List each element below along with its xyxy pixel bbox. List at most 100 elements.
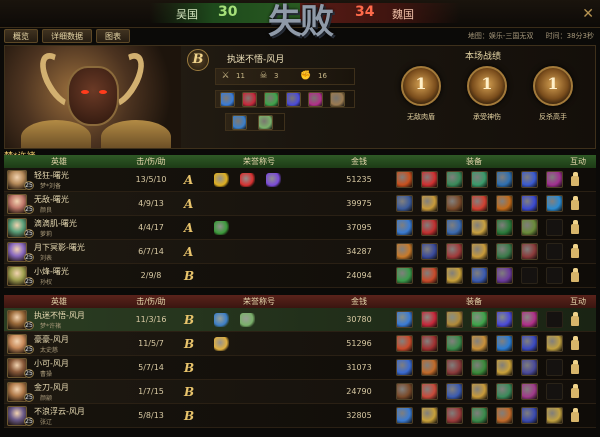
equipment-icon[interactable]: [421, 195, 438, 212]
equipment-icon[interactable]: [396, 195, 413, 212]
equipment-icon[interactable]: [421, 311, 438, 328]
equipment-icon[interactable]: [521, 311, 538, 328]
player-row[interactable]: 25 轻狂-曙光 梦*刘备 13/5/10 A 51235: [4, 168, 596, 192]
equipment-icon[interactable]: [421, 171, 438, 188]
equipment-icon[interactable]: [308, 92, 323, 107]
like-button[interactable]: [568, 268, 584, 284]
equipment-icon[interactable]: [521, 243, 538, 260]
like-button[interactable]: [568, 172, 584, 188]
honor-title-icon[interactable]: [240, 173, 255, 187]
equipment-icon[interactable]: [496, 383, 513, 400]
equipment-icon[interactable]: [471, 219, 488, 236]
equipment-icon[interactable]: [496, 335, 513, 352]
equipment-icon[interactable]: [264, 92, 279, 107]
player-row[interactable]: 25 滴滴肌-曙光 萝莉 4/4/17 A 37095: [4, 216, 596, 240]
equipment-icon[interactable]: [396, 383, 413, 400]
equipment-icon[interactable]: [496, 359, 513, 376]
equipment-icon[interactable]: [330, 92, 345, 107]
tab-overview[interactable]: 概览: [4, 29, 38, 43]
equipment-icon[interactable]: [446, 243, 463, 260]
equipment-icon[interactable]: [396, 171, 413, 188]
equipment-icon[interactable]: [496, 267, 513, 284]
equipment-icon[interactable]: [521, 171, 538, 188]
player-row[interactable]: 25 豪豪-风月 太史慈 11/5/7 B 51296: [4, 332, 596, 356]
like-button[interactable]: [568, 336, 584, 352]
equipment-icon[interactable]: [446, 383, 463, 400]
equipment-icon[interactable]: [471, 243, 488, 260]
player-row[interactable]: 25 小可-风月 曹操 5/7/14 B 31073: [4, 356, 596, 380]
equipment-icon[interactable]: [471, 311, 488, 328]
equipment-icon[interactable]: [546, 335, 563, 352]
equipment-icon[interactable]: [496, 407, 513, 424]
like-button[interactable]: [568, 360, 584, 376]
equipment-icon[interactable]: [521, 383, 538, 400]
like-button[interactable]: [568, 220, 584, 236]
equipment-icon[interactable]: [446, 335, 463, 352]
equipment-icon[interactable]: [471, 335, 488, 352]
equipment-icon[interactable]: [421, 219, 438, 236]
equipment-icon[interactable]: [396, 311, 413, 328]
player-row[interactable]: 25 金刀-风月 颜颛 1/7/15 B 24790: [4, 380, 596, 404]
equipment-icon[interactable]: [471, 383, 488, 400]
equipment-icon[interactable]: [396, 335, 413, 352]
equipment-icon[interactable]: [446, 311, 463, 328]
equipment-icon[interactable]: [446, 407, 463, 424]
player-row[interactable]: 25 执迷不悟-风月 梦*许褚 11/3/16 B 30780: [4, 308, 596, 332]
equipment-icon[interactable]: [220, 92, 235, 107]
equipment-icon[interactable]: [496, 171, 513, 188]
equipment-icon[interactable]: [521, 407, 538, 424]
like-button[interactable]: [568, 312, 584, 328]
equipment-icon[interactable]: [286, 92, 301, 107]
player-row[interactable]: 25 小烽-曙光 孙权 2/9/8 B 24094: [4, 264, 596, 288]
honor-title-icon[interactable]: [214, 337, 229, 351]
player-row[interactable]: 25 月下冥影-曙光 刘表 6/7/14 A 34287: [4, 240, 596, 264]
equipment-icon[interactable]: [521, 359, 538, 376]
equipment-icon[interactable]: [421, 335, 438, 352]
honor-title-icon[interactable]: [214, 173, 229, 187]
close-icon[interactable]: ✕: [582, 6, 594, 22]
equipment-icon[interactable]: [521, 195, 538, 212]
equipment-icon[interactable]: [446, 195, 463, 212]
like-button[interactable]: [568, 408, 584, 424]
tab-chart[interactable]: 图表: [96, 29, 130, 43]
equipment-icon[interactable]: [546, 171, 563, 188]
equipment-icon[interactable]: [446, 171, 463, 188]
equipment-icon[interactable]: [471, 171, 488, 188]
equipment-icon[interactable]: [496, 311, 513, 328]
equipment-icon[interactable]: [396, 243, 413, 260]
equipment-icon[interactable]: [396, 359, 413, 376]
equipment-icon[interactable]: [242, 92, 257, 107]
equipment-icon[interactable]: [471, 359, 488, 376]
equipment-icon[interactable]: [396, 219, 413, 236]
equipment-icon[interactable]: [546, 407, 563, 424]
honor-title-icon[interactable]: [240, 313, 255, 327]
equipment-icon[interactable]: [496, 195, 513, 212]
equipment-icon[interactable]: [471, 195, 488, 212]
equipment-icon[interactable]: [421, 243, 438, 260]
equipment-icon[interactable]: [446, 267, 463, 284]
equipment-icon[interactable]: [496, 219, 513, 236]
equipment-icon[interactable]: [546, 195, 563, 212]
equipment-icon[interactable]: [396, 407, 413, 424]
like-button[interactable]: [568, 244, 584, 260]
like-button[interactable]: [568, 384, 584, 400]
equipment-icon[interactable]: [496, 243, 513, 260]
honor-title-icon[interactable]: [266, 173, 281, 187]
equipment-icon[interactable]: [521, 219, 538, 236]
equipment-icon[interactable]: [421, 407, 438, 424]
equipment-icon[interactable]: [446, 359, 463, 376]
equipment-icon[interactable]: [471, 267, 488, 284]
tab-detail[interactable]: 详细数据: [42, 29, 92, 43]
player-row[interactable]: 25 不浪浮云-风月 张辽 5/8/13 B 32805: [4, 404, 596, 428]
equipment-icon[interactable]: [421, 383, 438, 400]
honor-title-icon[interactable]: [214, 221, 229, 235]
equipment-icon[interactable]: [421, 359, 438, 376]
like-button[interactable]: [568, 196, 584, 212]
equipment-icon[interactable]: [446, 219, 463, 236]
honor-title-icon[interactable]: [232, 115, 247, 130]
honor-title-icon[interactable]: [214, 313, 229, 327]
equipment-icon[interactable]: [471, 407, 488, 424]
equipment-icon[interactable]: [421, 267, 438, 284]
equipment-icon[interactable]: [396, 267, 413, 284]
honor-title-icon[interactable]: [258, 115, 273, 130]
